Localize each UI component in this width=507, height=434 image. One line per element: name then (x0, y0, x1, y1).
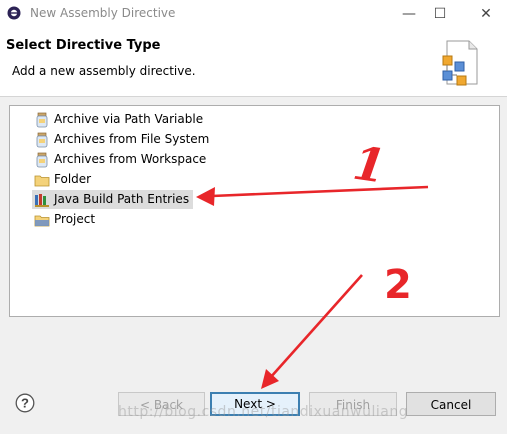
list-item-project[interactable]: Project (32, 210, 99, 229)
title-bar: New Assembly Directive — ☐ ✕ (0, 0, 507, 28)
list-item-archives-from-workspace[interactable]: Archives from Workspace (32, 150, 210, 169)
jar-icon (36, 132, 48, 148)
close-button[interactable]: ✕ (472, 4, 500, 24)
list-item-archive-via-path-variable[interactable]: Archive via Path Variable (32, 110, 207, 129)
cancel-button[interactable]: Cancel (406, 392, 496, 416)
jar-icon (36, 152, 48, 168)
eclipse-app-icon (7, 6, 21, 20)
window-title: New Assembly Directive (30, 6, 176, 20)
list-item-java-build-path-entries[interactable]: Java Build Path Entries (32, 190, 194, 209)
list-item-folder[interactable]: Folder (32, 170, 95, 189)
jar-icon (36, 112, 48, 128)
minimize-button[interactable]: — (395, 4, 423, 24)
watermark: http://blog.csdn.net/tiandixuanwuliang (118, 404, 409, 420)
svg-text:?: ? (21, 396, 29, 411)
maximize-button[interactable]: ☐ (426, 4, 454, 24)
folder-icon (34, 175, 50, 187)
list-item-archives-from-file-system[interactable]: Archives from File System (32, 130, 213, 149)
directive-type-list[interactable]: Archive via Path Variable Archives from … (9, 105, 500, 317)
assembly-wizard-icon (442, 40, 478, 86)
help-icon[interactable]: ? (15, 393, 35, 413)
page-description: Add a new assembly directive. (12, 64, 196, 78)
project-folder-icon (34, 215, 50, 227)
page-title: Select Directive Type (6, 38, 161, 53)
library-icon (35, 194, 49, 207)
wizard-header: Select Directive Type Add a new assembly… (0, 28, 507, 97)
